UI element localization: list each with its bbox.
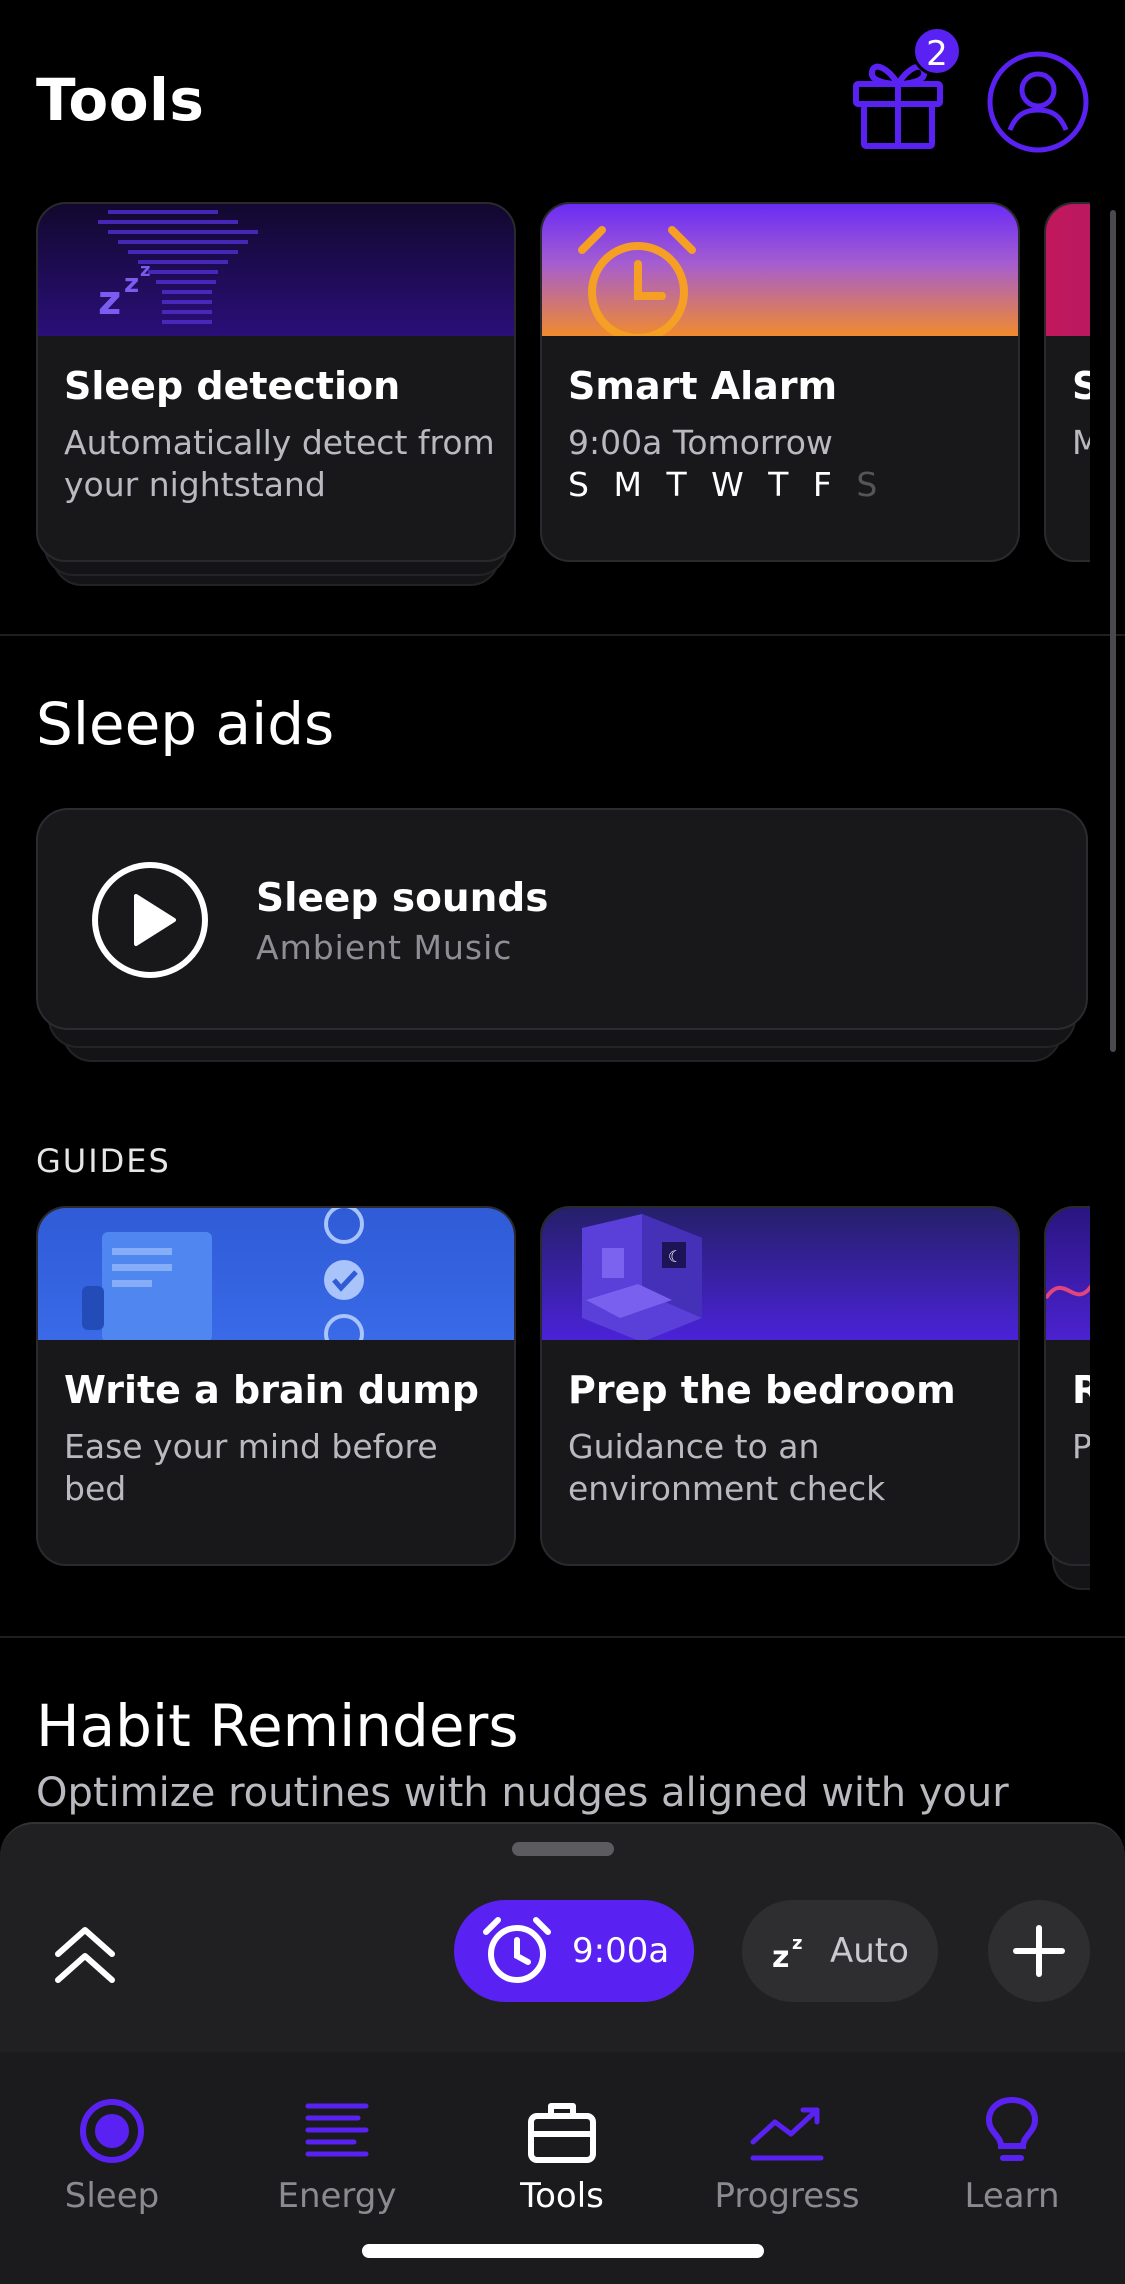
card-title: Write a brain dump (64, 1368, 479, 1412)
add-button[interactable] (988, 1900, 1090, 2002)
zzz-icon: z z (772, 1933, 802, 1971)
tab-label: Tools (520, 2176, 604, 2216)
plus-icon (1013, 1925, 1065, 1977)
bottom-sheet: 9:00a z z Auto Sleep Energy Tools Progre… (0, 1822, 1125, 2284)
alarm-time-text: 9:00a Tomorrow (568, 423, 833, 462)
header: Tools 2 (0, 0, 1125, 190)
tab-learn[interactable]: Learn (912, 2096, 1112, 2236)
alarm-pill-button[interactable]: 9:00a (454, 1900, 694, 2002)
habit-reminders-subtitle: Optimize routines with nudges aligned wi… (36, 1770, 1009, 1816)
scrollbar[interactable] (1110, 210, 1116, 1052)
brain-dump-illustration (38, 1208, 514, 1340)
lightbulb-icon (985, 2096, 1039, 2161)
brain-dump-card[interactable]: Write a brain dump Ease your mind before… (36, 1206, 516, 1566)
carousel-edge-mask (1090, 200, 1125, 600)
guides-carousel[interactable]: Write a brain dump Ease your mind before… (0, 1204, 1125, 1604)
auto-sleep-pill-button[interactable]: z z Auto (742, 1900, 938, 2002)
prep-bedroom-card[interactable]: ☾ Prep the bedroom Guidance to an enviro… (540, 1206, 1020, 1566)
sheet-grabber[interactable] (512, 1842, 614, 1856)
auto-label: Auto (830, 1931, 909, 1971)
tab-label: Energy (277, 2176, 397, 2216)
svg-text:☾: ☾ (668, 1247, 682, 1266)
smart-alarm-illustration (542, 204, 1018, 336)
gift-count-badge: 2 (912, 26, 962, 76)
alarm-time-label: 9:00a (572, 1931, 670, 1971)
section-divider (0, 1636, 1125, 1638)
day-letter: T (768, 465, 791, 504)
sleep-sounds-card[interactable]: Sleep sounds Ambient Music (36, 808, 1088, 1030)
prep-bedroom-illustration: ☾ (542, 1208, 1018, 1340)
card-subtitle: Guidance to an environment check (568, 1427, 886, 1508)
tab-label: Learn (964, 2176, 1060, 2216)
section-divider (0, 634, 1125, 636)
habit-reminders-title: Habit Reminders (36, 1692, 519, 1760)
sleep-icon (80, 2099, 144, 2163)
svg-text:z: z (140, 260, 150, 281)
svg-text:z: z (772, 1940, 789, 1971)
guides-label: GUIDES (36, 1142, 171, 1180)
sleep-aids-title: Sleep aids (36, 690, 335, 758)
day-letter: T (666, 465, 689, 504)
tab-sleep[interactable]: Sleep (12, 2096, 212, 2236)
day-letter: M (613, 465, 644, 504)
svg-text:z: z (124, 269, 139, 299)
zzz-icon: z (98, 278, 121, 324)
toolbox-icon (528, 2103, 596, 2163)
play-icon[interactable] (90, 860, 210, 980)
carousel-edge-mask (1090, 1204, 1125, 1604)
double-chevron-up-icon[interactable] (50, 1920, 120, 1990)
sleep-detection-card[interactable]: z z z Sleep detection Automatically dete… (36, 202, 516, 562)
tab-label: Progress (714, 2176, 860, 2216)
day-letter: S (568, 465, 591, 504)
tools-carousel[interactable]: z z z Sleep detection Automatically dete… (0, 200, 1125, 600)
tab-energy[interactable]: Energy (237, 2096, 437, 2236)
day-letter: F (812, 465, 834, 504)
card-title: Smart Alarm (568, 364, 838, 408)
sleep-sounds-title: Sleep sounds (256, 876, 549, 921)
tab-tools[interactable]: Tools (462, 2096, 662, 2236)
day-letter: W (711, 465, 746, 504)
energy-icon (305, 2103, 369, 2157)
card-title: Prep the bedroom (568, 1368, 956, 1412)
smart-alarm-card[interactable]: Smart Alarm 9:00a Tomorrow S M T W T F S (540, 202, 1020, 562)
progress-icon (750, 2107, 824, 2161)
card-title: Sleep detection (64, 364, 401, 408)
home-indicator[interactable] (362, 2244, 764, 2258)
page-title: Tools (36, 66, 205, 134)
day-letter: S (856, 465, 880, 504)
tab-progress[interactable]: Progress (687, 2096, 887, 2236)
card-subtitle: Automatically detect from your nightstan… (64, 423, 495, 504)
card-subtitle: 9:00a Tomorrow S M T W T F S (568, 422, 1008, 506)
tab-label: Sleep (64, 2176, 160, 2216)
alarm-clock-icon (483, 1917, 551, 1983)
alarm-days: S M T W T F S (568, 464, 1008, 506)
sleep-detection-illustration: z z z (38, 204, 514, 336)
sleep-sounds-subtitle: Ambient Music (256, 928, 513, 967)
profile-icon[interactable] (986, 50, 1090, 154)
card-subtitle: Ease your mind before bed (64, 1427, 438, 1508)
svg-text:z: z (792, 1933, 802, 1954)
